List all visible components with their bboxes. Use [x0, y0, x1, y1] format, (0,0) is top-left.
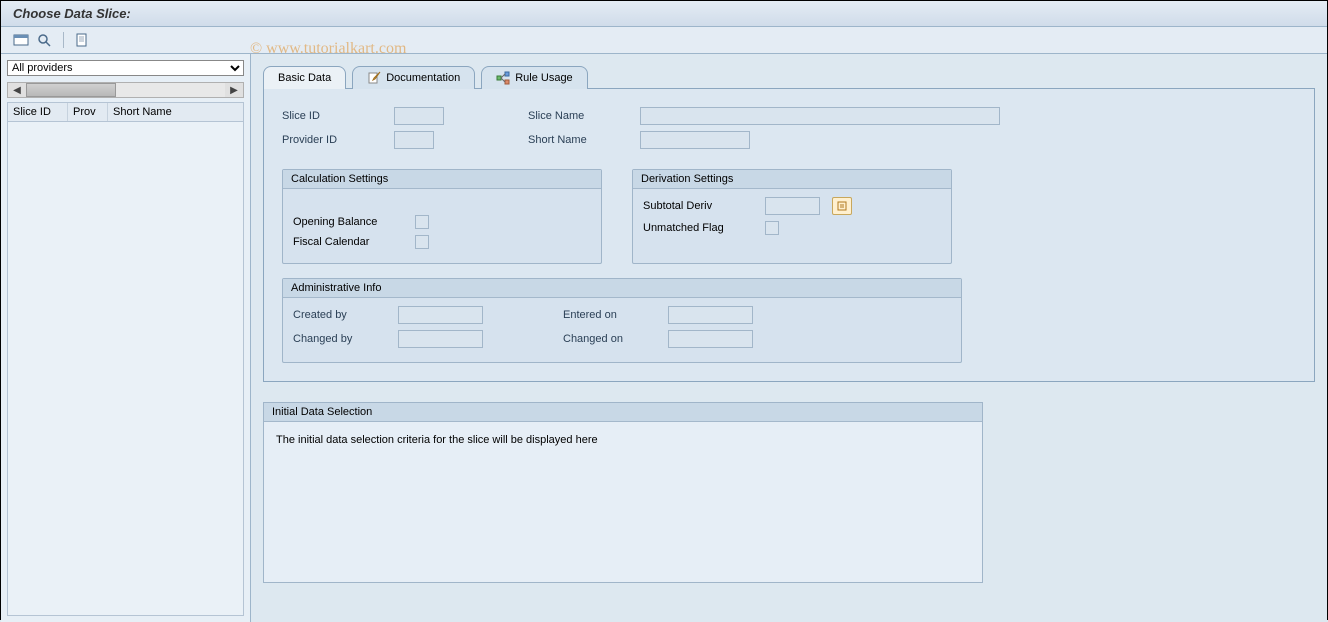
administrative-info-title: Administrative Info: [283, 279, 961, 298]
left-panel: All providers ◀ ▶ Slice ID Prov Short Na…: [1, 54, 251, 622]
provider-select[interactable]: All providers: [7, 60, 244, 76]
changed-by-label: Changed by: [293, 333, 388, 345]
col-slice-id[interactable]: Slice ID: [8, 103, 68, 121]
horizontal-scrollbar[interactable]: ◀ ▶: [7, 82, 244, 98]
provider-id-field[interactable]: [394, 131, 434, 149]
scroll-right-icon[interactable]: ▶: [225, 83, 243, 97]
short-name-field[interactable]: [640, 131, 750, 149]
derivation-settings-group: Derivation Settings Subtotal Deriv Unmat…: [632, 169, 952, 264]
row-provider-shortname: Provider ID Short Name: [282, 131, 1296, 149]
initial-data-selection-body: The initial data selection criteria for …: [264, 422, 982, 582]
tab-rule-usage[interactable]: Rule Usage: [481, 66, 587, 89]
entered-on-label: Entered on: [563, 309, 658, 321]
derivation-settings-title: Derivation Settings: [633, 170, 951, 189]
initial-data-selection-group: Initial Data Selection The initial data …: [263, 402, 983, 583]
calculation-settings-group: Calculation Settings Opening Balance Fis…: [282, 169, 602, 264]
changed-on-label: Changed on: [563, 333, 658, 345]
subtotal-deriv-label: Subtotal Deriv: [643, 200, 753, 212]
toolbar: [1, 27, 1327, 54]
col-short-name[interactable]: Short Name: [108, 103, 243, 121]
created-by-field[interactable]: [398, 306, 483, 324]
subtotal-deriv-detail-button[interactable]: [832, 197, 852, 215]
tab-content-basic-data: Slice ID Slice Name Provider ID Short Na…: [263, 88, 1315, 382]
changed-by-field[interactable]: [398, 330, 483, 348]
short-name-label: Short Name: [528, 134, 628, 146]
slice-id-label: Slice ID: [282, 110, 382, 122]
window-icon[interactable]: [11, 31, 31, 49]
opening-balance-label: Opening Balance: [293, 216, 403, 228]
tab-basic-data[interactable]: Basic Data: [263, 66, 346, 89]
header: Choose Data Slice:: [1, 1, 1327, 27]
changed-on-field[interactable]: [668, 330, 753, 348]
fiscal-calendar-checkbox[interactable]: [415, 235, 429, 249]
col-prov[interactable]: Prov: [68, 103, 108, 121]
magnifier-icon[interactable]: [35, 31, 55, 49]
grid-header: Slice ID Prov Short Name: [7, 102, 244, 122]
page-title: Choose Data Slice:: [13, 6, 131, 21]
scroll-track[interactable]: [26, 83, 225, 97]
tab-documentation[interactable]: Documentation: [352, 66, 475, 89]
entered-on-field[interactable]: [668, 306, 753, 324]
link-icon: [496, 71, 510, 85]
initial-data-selection-text: The initial data selection criteria for …: [276, 434, 598, 446]
slice-name-field[interactable]: [640, 107, 1000, 125]
provider-select-wrap: All providers: [7, 60, 244, 76]
fiscal-calendar-label: Fiscal Calendar: [293, 236, 403, 248]
toolbar-separator: [63, 32, 64, 48]
calculation-settings-title: Calculation Settings: [283, 170, 601, 189]
right-panel: Basic Data Documentation Rule Usage Slic…: [251, 54, 1327, 622]
administrative-info-group: Administrative Info Created by Entered o…: [282, 278, 962, 363]
tab-label: Basic Data: [278, 72, 331, 84]
subtotal-deriv-field[interactable]: [765, 197, 820, 215]
scroll-thumb[interactable]: [26, 83, 116, 97]
opening-balance-checkbox[interactable]: [415, 215, 429, 229]
page-icon[interactable]: [72, 31, 92, 49]
tabstrip: Basic Data Documentation Rule Usage: [263, 66, 1315, 89]
unmatched-flag-label: Unmatched Flag: [643, 222, 753, 234]
created-by-label: Created by: [293, 309, 388, 321]
row-slice-id-name: Slice ID Slice Name: [282, 107, 1296, 125]
tab-label: Rule Usage: [515, 72, 572, 84]
edit-icon: [367, 71, 381, 85]
initial-data-selection-title: Initial Data Selection: [264, 403, 982, 422]
main: All providers ◀ ▶ Slice ID Prov Short Na…: [1, 54, 1327, 622]
slice-name-label: Slice Name: [528, 110, 628, 122]
grid-body[interactable]: [7, 122, 244, 616]
tab-label: Documentation: [386, 72, 460, 84]
slice-id-field[interactable]: [394, 107, 444, 125]
scroll-left-icon[interactable]: ◀: [8, 83, 26, 97]
unmatched-flag-checkbox[interactable]: [765, 221, 779, 235]
provider-id-label: Provider ID: [282, 134, 382, 146]
